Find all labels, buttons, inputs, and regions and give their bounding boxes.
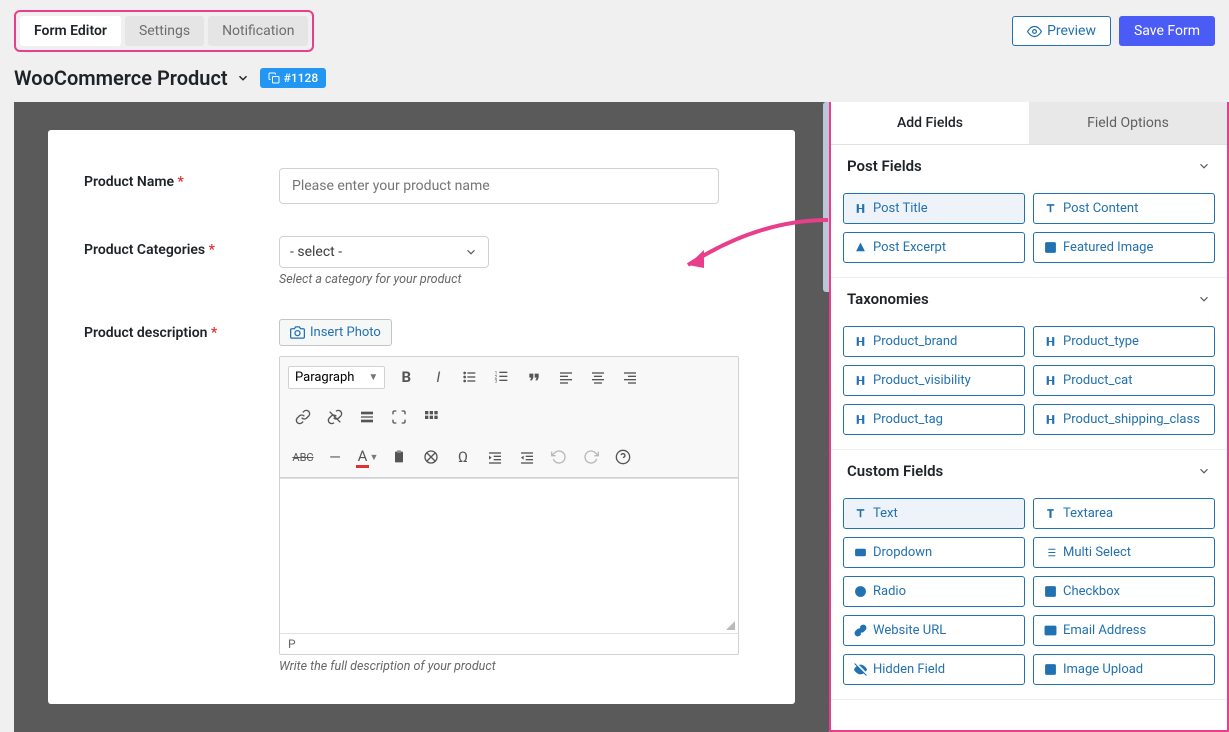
field-textarea[interactable]: Textarea [1033, 498, 1215, 529]
preview-button[interactable]: Preview [1012, 16, 1111, 46]
chevron-down-icon [464, 245, 478, 259]
field-post-excerpt[interactable]: Post Excerpt [843, 232, 1025, 263]
indent-button[interactable] [512, 443, 542, 471]
product-description-label: Product description * [84, 319, 279, 674]
numbered-list-button[interactable]: 123 [487, 363, 517, 391]
tab-field-options[interactable]: Field Options [1029, 102, 1227, 144]
fields-sidebar: Add Fields Field Options Post Fields Pos… [829, 102, 1229, 732]
outdent-button[interactable] [480, 443, 510, 471]
form-id-badge[interactable]: #1128 [260, 68, 327, 88]
categories-hint: Select a category for your product [279, 272, 719, 287]
chevron-down-icon [1197, 292, 1211, 306]
field-product-type[interactable]: Product_type [1033, 326, 1215, 357]
bold-button[interactable]: B [391, 363, 421, 391]
field-product-tag[interactable]: Product_tag [843, 404, 1025, 435]
clear-formatting-button[interactable] [416, 443, 446, 471]
undo-button[interactable] [544, 443, 574, 471]
section-post-fields[interactable]: Post Fields [831, 145, 1227, 187]
toolbar-toggle-button[interactable] [416, 403, 446, 431]
save-form-button[interactable]: Save Form [1119, 16, 1215, 46]
read-more-button[interactable] [352, 403, 382, 431]
product-categories-label: Product Categories * [84, 236, 279, 287]
unlink-button[interactable] [320, 403, 350, 431]
description-hint: Write the full description of your produ… [279, 659, 719, 674]
help-button[interactable] [608, 443, 638, 471]
tab-form-editor[interactable]: Form Editor [20, 16, 121, 46]
align-center-button[interactable] [583, 363, 613, 391]
field-image-upload[interactable]: Image Upload [1033, 654, 1215, 685]
editor-body[interactable] [280, 478, 738, 633]
camera-icon [290, 325, 305, 340]
field-radio[interactable]: Radio [843, 576, 1025, 607]
tab-settings[interactable]: Settings [125, 16, 204, 46]
resize-handle-icon[interactable] [726, 621, 735, 630]
tab-notification[interactable]: Notification [208, 16, 308, 46]
eye-icon [1027, 24, 1042, 39]
format-select[interactable]: Paragraph▼ [288, 366, 385, 389]
italic-button[interactable]: I [423, 363, 453, 391]
align-right-button[interactable] [615, 363, 645, 391]
section-custom-fields[interactable]: Custom Fields [831, 450, 1227, 492]
tab-add-fields[interactable]: Add Fields [831, 102, 1029, 144]
chevron-down-icon [236, 71, 250, 85]
paste-text-button[interactable] [384, 443, 414, 471]
redo-button[interactable] [576, 443, 606, 471]
field-product-visibility[interactable]: Product_visibility [843, 365, 1025, 396]
field-text[interactable]: Text [843, 498, 1025, 529]
form-title[interactable]: WooCommerce Product [14, 66, 250, 90]
field-email-address[interactable]: Email Address [1033, 615, 1215, 646]
form-canvas: Product Name * Product Categories * - se… [14, 102, 829, 732]
chevron-down-icon [1197, 159, 1211, 173]
field-multi-select[interactable]: Multi Select [1033, 537, 1215, 568]
field-product-cat[interactable]: Product_cat [1033, 365, 1215, 396]
link-button[interactable] [288, 403, 318, 431]
section-taxonomies[interactable]: Taxonomies [831, 278, 1227, 320]
field-post-content[interactable]: Post Content [1033, 193, 1215, 224]
rich-text-editor: Paragraph▼ B I 123 [279, 356, 739, 655]
main-tabs: Form Editor Settings Notification [14, 10, 314, 52]
field-dropdown[interactable]: Dropdown [843, 537, 1025, 568]
chevron-down-icon [1197, 464, 1211, 478]
product-name-input[interactable] [279, 168, 719, 204]
strikethrough-button[interactable]: ABC [288, 443, 318, 471]
field-product-shipping-class[interactable]: Product_shipping_class [1033, 404, 1215, 435]
bullet-list-button[interactable] [455, 363, 485, 391]
text-color-button[interactable]: A▼ [352, 443, 382, 471]
hr-button[interactable]: — [320, 443, 350, 471]
field-featured-image[interactable]: Featured Image [1033, 232, 1215, 263]
special-char-button[interactable]: Ω [448, 443, 478, 471]
field-hidden-field[interactable]: Hidden Field [843, 654, 1025, 685]
svg-text:3: 3 [495, 378, 498, 384]
field-product-brand[interactable]: Product_brand [843, 326, 1025, 357]
field-checkbox[interactable]: Checkbox [1033, 576, 1215, 607]
field-post-title[interactable]: Post Title [843, 193, 1025, 224]
product-name-label: Product Name * [84, 168, 279, 204]
copy-icon [268, 72, 280, 84]
quote-button[interactable] [519, 363, 549, 391]
fullscreen-button[interactable] [384, 403, 414, 431]
align-left-button[interactable] [551, 363, 581, 391]
field-website-url[interactable]: Website URL [843, 615, 1025, 646]
insert-photo-button[interactable]: Insert Photo [279, 319, 392, 346]
product-categories-select[interactable]: - select - [279, 236, 489, 268]
editor-status: P [280, 633, 738, 654]
